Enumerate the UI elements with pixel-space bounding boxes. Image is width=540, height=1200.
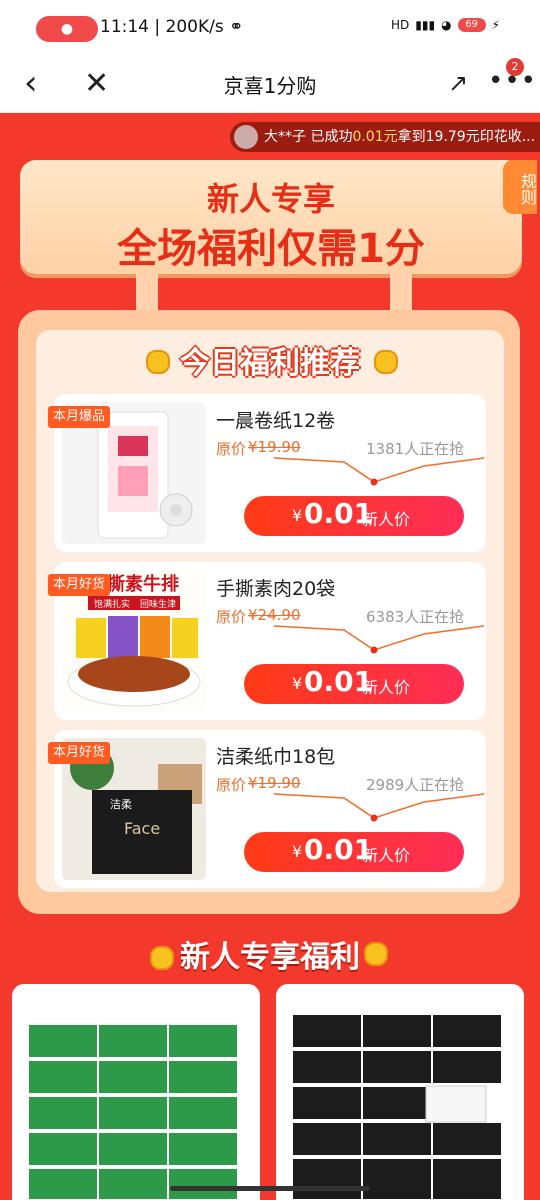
buy-button[interactable]: ¥ 0.01 新人价 — [244, 496, 464, 536]
top-navbar: ‹ ✕ 京喜1分购 ↗ ••• — [0, 56, 540, 113]
avatar — [234, 125, 258, 149]
network-label: HD — [391, 18, 410, 32]
status-icons: HD ▮▮▮ ◕ 69 ⚡ — [391, 18, 500, 32]
product-card[interactable]: 本月爆品 一晨卷纸12卷 原价 ¥19.90 1381人正在抢 ¥ 0.01 新… — [48, 394, 486, 552]
price-trend-icon — [274, 793, 484, 822]
board-hanger-right — [390, 274, 412, 310]
battery-level: 69 — [457, 18, 486, 32]
product-name: 洁柔纸巾18包 — [216, 746, 336, 768]
close-icon[interactable]: ✕ — [84, 66, 110, 102]
marquee-user: 大**子 — [264, 129, 306, 145]
rules-button[interactable]: 规则 — [503, 160, 537, 214]
wifi-icon: ◕ — [441, 18, 452, 32]
original-price-label: 原价 — [216, 440, 247, 458]
status-time-speed: 11:14 | 200K/s ⚭ — [100, 17, 244, 37]
price-trend-icon — [274, 457, 484, 486]
board-title: 今日福利推荐 — [180, 346, 360, 381]
home-indicator[interactable] — [170, 1186, 370, 1191]
notification-badge: 2 — [506, 58, 524, 76]
status-bar: ● 11:14 | 200K/s ⚭ HD ▮▮▮ ◕ 69 ⚡ — [0, 0, 540, 56]
price-symbol: ¥ — [292, 674, 303, 693]
image-text: Face — [124, 819, 160, 838]
product-image — [286, 994, 514, 1200]
marquee-amount: 0.01元 — [352, 129, 398, 145]
original-price: ¥19.90 — [248, 438, 301, 456]
image-text: 回味生津 — [140, 598, 176, 610]
share-icon[interactable]: ↗ — [448, 66, 478, 100]
page-title: 京喜1分购 — [223, 74, 317, 98]
marquee-text: 大**子 已成功0.01元拿到19.79元印花收... — [264, 122, 535, 152]
original-price: ¥24.90 — [248, 606, 301, 624]
price-symbol: ¥ — [292, 842, 303, 861]
charging-icon: ⚡ — [491, 18, 500, 32]
product-name: 一晨卷纸12卷 — [216, 410, 336, 432]
new-user-price-label: 新人价 — [362, 510, 411, 529]
banner-line2: 全场福利仅需1分 — [117, 226, 425, 272]
product-tag: 本月爆品 — [48, 406, 111, 428]
marquee-msg-a: 已成功 — [306, 129, 353, 145]
new-user-price-label: 新人价 — [362, 846, 411, 865]
buy-button[interactable]: ¥ 0.01 新人价 — [244, 832, 464, 872]
product-name: 手撕素肉20袋 — [216, 578, 336, 600]
banner-line1: 新人专享 — [206, 180, 335, 218]
buy-button[interactable]: ¥ 0.01 新人价 — [244, 664, 464, 704]
product-card[interactable]: 洁柔 Face 本月好货 洁柔纸巾18包 原价 ¥19.90 2989人正在抢 … — [48, 730, 486, 888]
mic-indicator[interactable]: ● — [36, 16, 98, 42]
status-time: 11:14 — [100, 17, 149, 37]
signal-icon: ▮▮▮ — [415, 18, 436, 32]
product-card[interactable] — [12, 984, 260, 1200]
price-trend-icon — [274, 625, 484, 654]
product-tag: 本月好货 — [48, 742, 111, 764]
product-image — [22, 994, 250, 1200]
original-price: ¥19.90 — [248, 774, 301, 792]
price-symbol: ¥ — [292, 506, 303, 525]
image-text: 饱满扎实 — [94, 598, 130, 610]
section-title: 新人专享福利 — [180, 940, 360, 975]
image-text: 洁柔 — [110, 798, 132, 811]
mic-icon: ● — [60, 21, 74, 37]
board-hanger-left — [136, 274, 158, 310]
product-card[interactable]: 手撕素牛排 饱满扎实 回味生津 本月好货 手撕素肉20袋 原价 ¥24.90 6… — [48, 562, 486, 720]
original-price-label: 原价 — [216, 776, 247, 794]
hero-banner: 新人专享 全场福利仅需1分 — [20, 160, 522, 274]
headphones-icon: ⚭ — [229, 17, 244, 37]
back-icon[interactable]: ‹ — [24, 66, 48, 102]
product-card[interactable] — [276, 984, 524, 1200]
winner-marquee: 大**子 已成功0.01元拿到19.79元印花收... — [230, 122, 540, 152]
new-user-price-label: 新人价 — [362, 678, 411, 697]
status-speed: 200K/s — [165, 17, 224, 37]
marquee-msg-b: 拿到19.79元印花收... — [397, 129, 536, 145]
original-price-label: 原价 — [216, 608, 247, 626]
product-tag: 本月好货 — [48, 574, 111, 596]
